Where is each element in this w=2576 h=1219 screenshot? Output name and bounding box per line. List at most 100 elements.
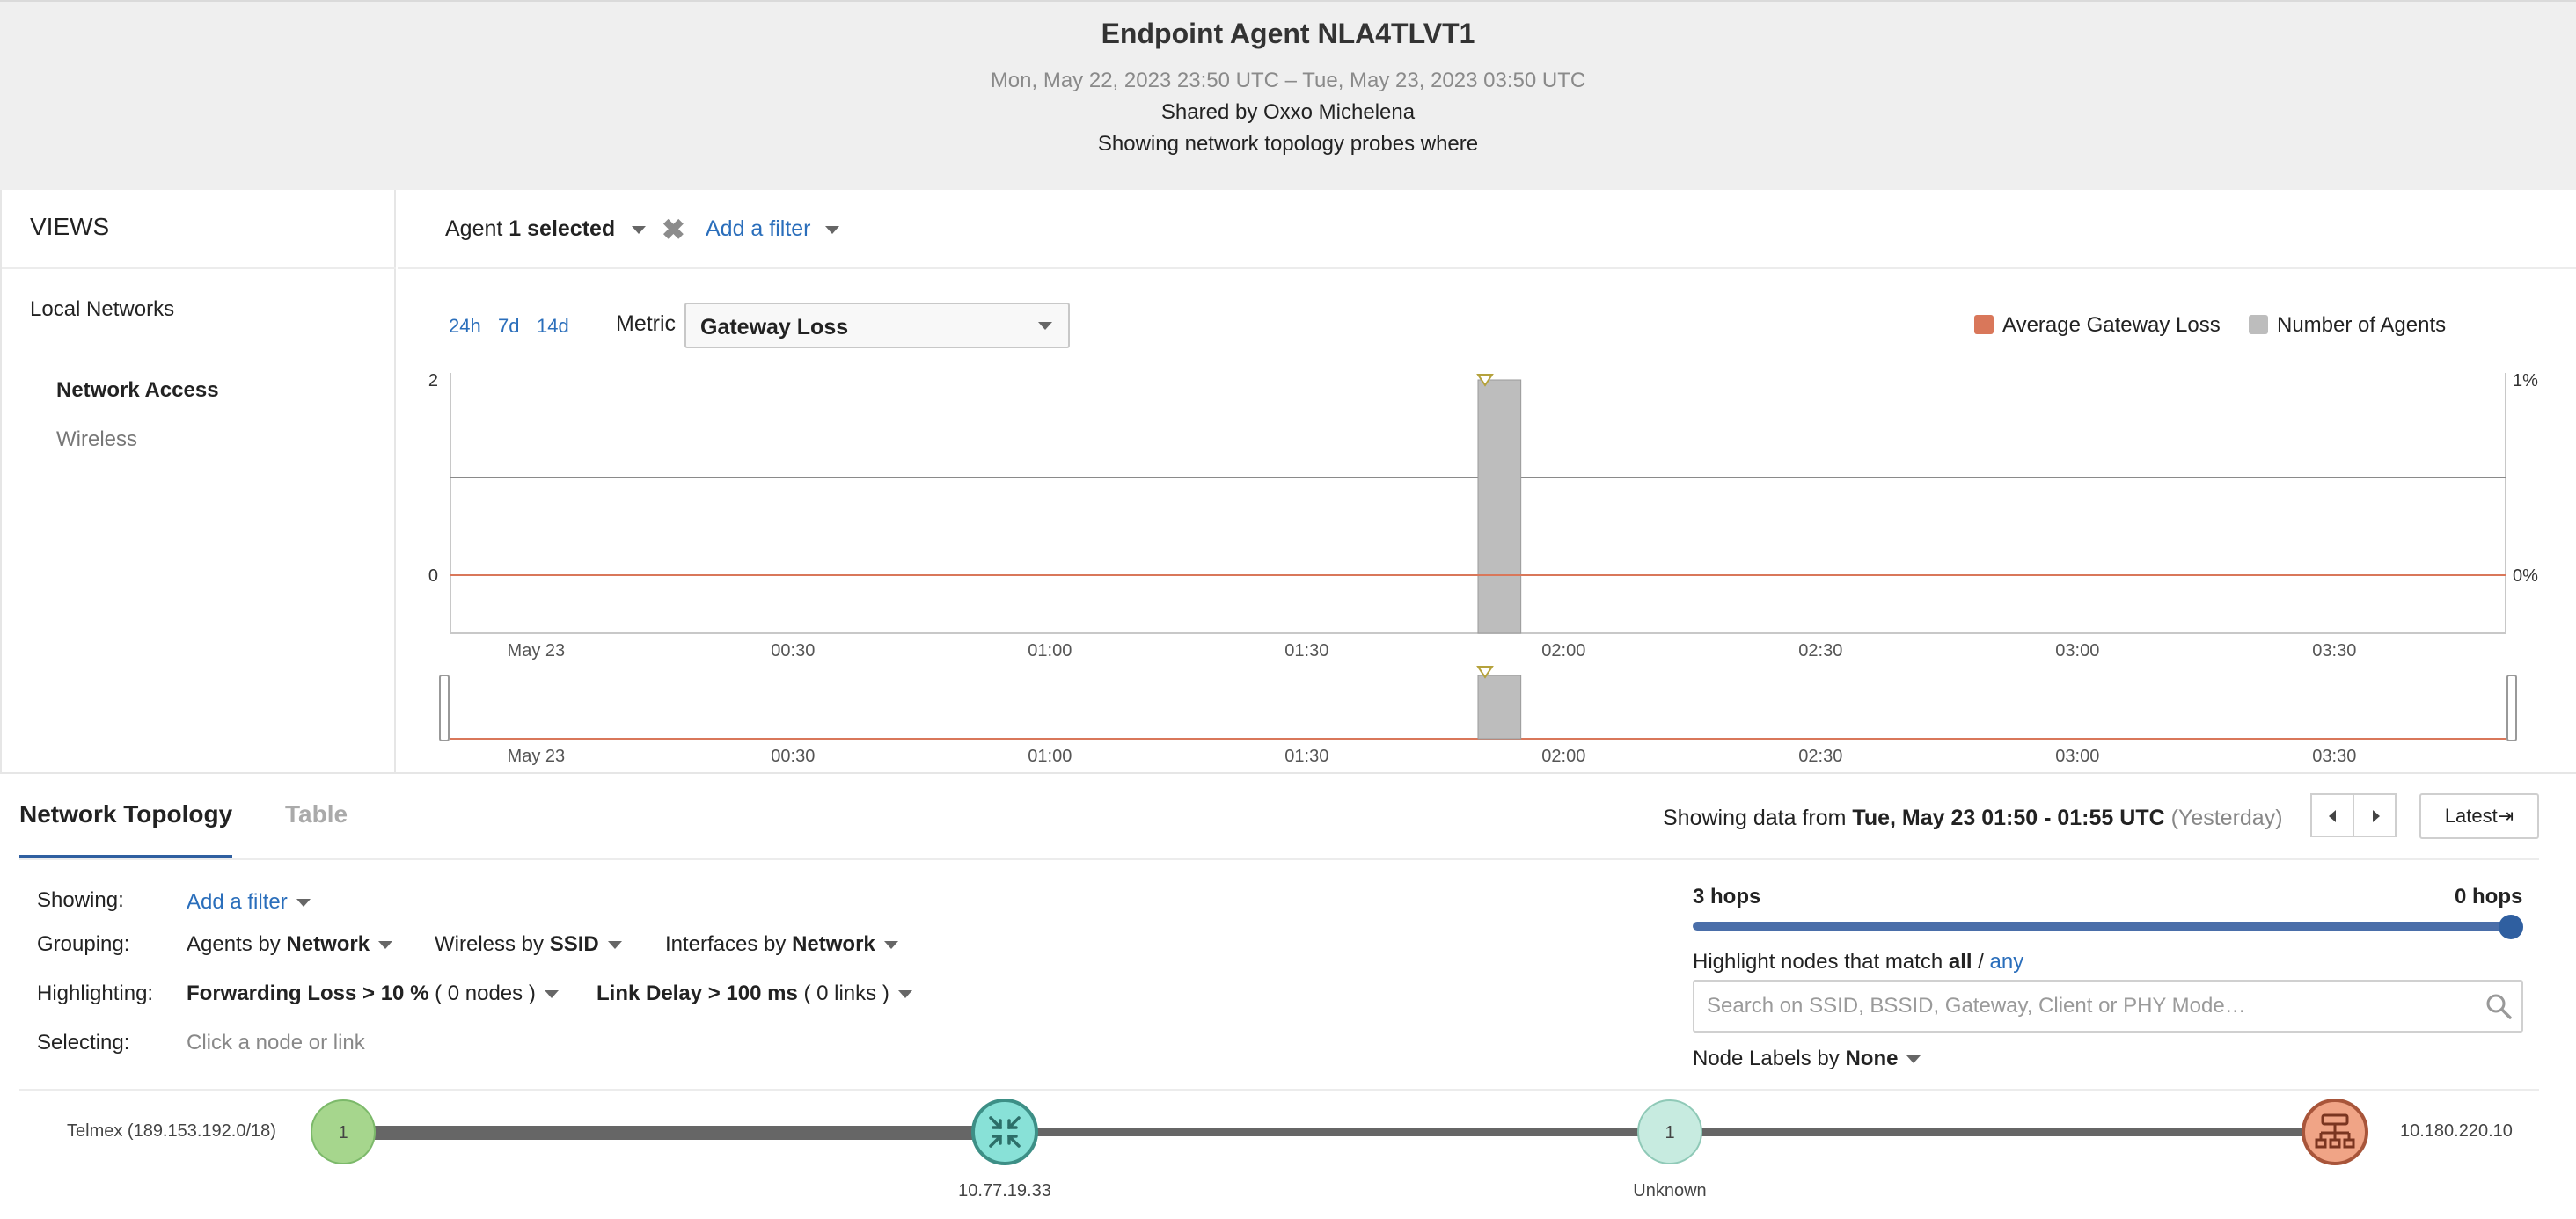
add-filter-button[interactable]: Add a filter [706, 216, 840, 242]
add-filter-label: Add a filter [187, 890, 288, 914]
next-button[interactable] [2353, 793, 2397, 837]
topology-node-gateway[interactable] [971, 1099, 1038, 1165]
highlight-match-text: Highlight nodes that match all / any [1693, 950, 2023, 974]
highlight-count: ( 0 links ) [803, 982, 889, 1005]
grouping-prefix: Interfaces by [665, 932, 787, 956]
topology-node-destination[interactable] [2302, 1099, 2368, 1165]
topology-link[interactable] [343, 1126, 1005, 1140]
node-labels-prefix: Node Labels by [1693, 1047, 1840, 1070]
range-14d-link[interactable]: 14d [537, 315, 569, 338]
highlight-forwarding-loss-dropdown[interactable]: Forwarding Loss > 10 % ( 0 nodes ) [187, 982, 559, 1006]
highlight-match-all[interactable]: all [1949, 950, 1972, 974]
highlight-match-any[interactable]: any [1990, 950, 2024, 974]
highlight-link-delay-dropdown[interactable]: Link Delay > 100 ms ( 0 links ) [596, 982, 912, 1006]
grouping-agents-dropdown[interactable]: Agents by Network [187, 932, 393, 957]
brush-x-tick-label: 02:30 [1798, 747, 1842, 766]
legend-swatch [1974, 315, 1994, 334]
selecting-value: Click a node or link [187, 1031, 365, 1055]
brush-x-tick-label: 03:00 [2055, 747, 2099, 766]
clear-filter-icon[interactable]: ✖ [662, 213, 685, 246]
chevron-down-icon [1906, 1055, 1921, 1064]
chevron-down-icon [607, 941, 622, 950]
tab-table[interactable]: Table [285, 800, 348, 828]
previous-button[interactable] [2310, 793, 2354, 837]
topology-node-agent[interactable]: 1 [311, 1099, 376, 1164]
sidebar-item-local-networks[interactable]: Local Networks [30, 297, 174, 322]
latest-button[interactable]: Latest⇥ [2419, 793, 2539, 839]
showing-text: Showing network topology probes where [1097, 132, 1479, 156]
legend-item-average-gateway-loss[interactable]: Average Gateway Loss [1974, 313, 2221, 338]
highlight-match-prefix: Highlight nodes that match [1693, 950, 1943, 974]
metric-select[interactable]: Gateway Loss [684, 303, 1070, 348]
topology-add-filter-button[interactable]: Add a filter [187, 890, 311, 915]
brush-bar [1477, 675, 1522, 740]
metric-label: Metric [616, 311, 677, 336]
brush-handle-right [2506, 675, 2517, 741]
node-search-box[interactable] [1693, 980, 2523, 1033]
node-labels-dropdown[interactable]: Node Labels by None [1693, 1047, 1921, 1071]
node-search-input[interactable] [1707, 992, 2463, 1020]
topology-right-label: 10.180.220.10 [2400, 1121, 2513, 1141]
selecting-label: Selecting: [37, 1031, 130, 1055]
brush-handle-left [439, 675, 450, 741]
brush-x-tick-label: 03:30 [2312, 747, 2356, 766]
chevron-down-icon [825, 225, 840, 234]
grouping-wireless-dropdown[interactable]: Wireless by SSID [435, 932, 622, 957]
y-tick-label: 0 [428, 566, 438, 586]
showing-data-prefix: Showing data from [1663, 806, 1847, 830]
legend-item-number-of-agents[interactable]: Number of Agents [2249, 313, 2446, 338]
shared-by: Shared by Oxxo Michelena [1160, 100, 1416, 124]
showing-data-suffix: (Yesterday) [2170, 806, 2283, 830]
chevron-down-icon [544, 990, 559, 999]
page-title: Endpoint Agent NLA4TLVT1 [1101, 18, 1475, 49]
range-7d-link[interactable]: 7d [498, 315, 519, 338]
chevron-down-icon [632, 225, 647, 234]
grouping-value: SSID [549, 932, 599, 956]
x-tick-label: 03:00 [2055, 641, 2099, 661]
hops-min-label: 0 hops [2455, 885, 2523, 909]
x-tick-label: 03:30 [2312, 641, 2356, 661]
chevron-down-icon [296, 899, 311, 908]
chevron-right-icon [2373, 810, 2380, 822]
x-tick-label: 02:00 [1541, 641, 1585, 661]
topology-node-unknown[interactable]: 1 [1637, 1099, 1702, 1164]
brush-x-tick-label: 01:30 [1284, 747, 1328, 766]
agent-filter-dropdown[interactable]: Agent 1 selected [445, 216, 647, 242]
search-icon[interactable] [2485, 992, 2513, 1020]
topology-link[interactable] [1670, 1128, 2335, 1136]
sidebar-item-wireless[interactable]: Wireless [56, 427, 137, 452]
hops-slider-track[interactable] [1693, 922, 2516, 931]
bar-number-of-agents [1477, 379, 1522, 634]
legend-label: Number of Agents [2277, 313, 2447, 337]
legend-swatch [2249, 315, 2268, 334]
topology-left-label: Telmex (189.153.192.0/18) [67, 1121, 276, 1141]
add-filter-label: Add a filter [706, 216, 811, 241]
brush-x-tick-label: May 23 [508, 747, 566, 766]
chevron-down-icon [883, 941, 898, 950]
node-count: 1 [1665, 1123, 1674, 1142]
tab-network-topology[interactable]: Network Topology [19, 800, 232, 828]
views-sidebar: VIEWS Local Networks Network Access Wire… [0, 190, 396, 772]
chevron-down-icon [378, 941, 393, 950]
grouping-interfaces-dropdown[interactable]: Interfaces by Network [665, 932, 898, 957]
y-tick-label-right: 1% [2513, 371, 2538, 391]
metric-select-value: Gateway Loss [700, 315, 849, 339]
filter-bar: Agent 1 selected ✖ Add a filter [398, 190, 2576, 269]
network-topology-diagram[interactable]: Telmex (189.153.192.0/18) 10.180.220.10 … [0, 1082, 2576, 1219]
highlighting-label: Highlighting: [37, 982, 154, 1005]
node-count: 1 [338, 1123, 348, 1142]
x-tick-label: 01:30 [1284, 641, 1328, 661]
gateway-loss-chart[interactable]: 0 2 0% 1% May 23 00:30 01:00 01:30 02:00 02:30 03:… [398, 352, 2576, 772]
x-tick-label: 00:30 [771, 641, 815, 661]
report-header: Endpoint Agent NLA4TLVT1 Mon, May 22, 20… [0, 0, 2576, 190]
chevron-down-icon [1038, 322, 1052, 330]
topology-link[interactable] [1005, 1128, 1670, 1136]
divider [19, 858, 2539, 860]
sidebar-item-network-access[interactable]: Network Access [56, 378, 219, 403]
range-24h-link[interactable]: 24h [449, 315, 481, 338]
showing-label: Showing: [37, 888, 124, 912]
highlight-match-separator: / [1972, 950, 1990, 974]
brush-x-tick-label: 02:00 [1541, 747, 1585, 766]
highlight-count: ( 0 nodes ) [435, 982, 536, 1005]
hops-slider-handle[interactable] [2499, 915, 2523, 939]
